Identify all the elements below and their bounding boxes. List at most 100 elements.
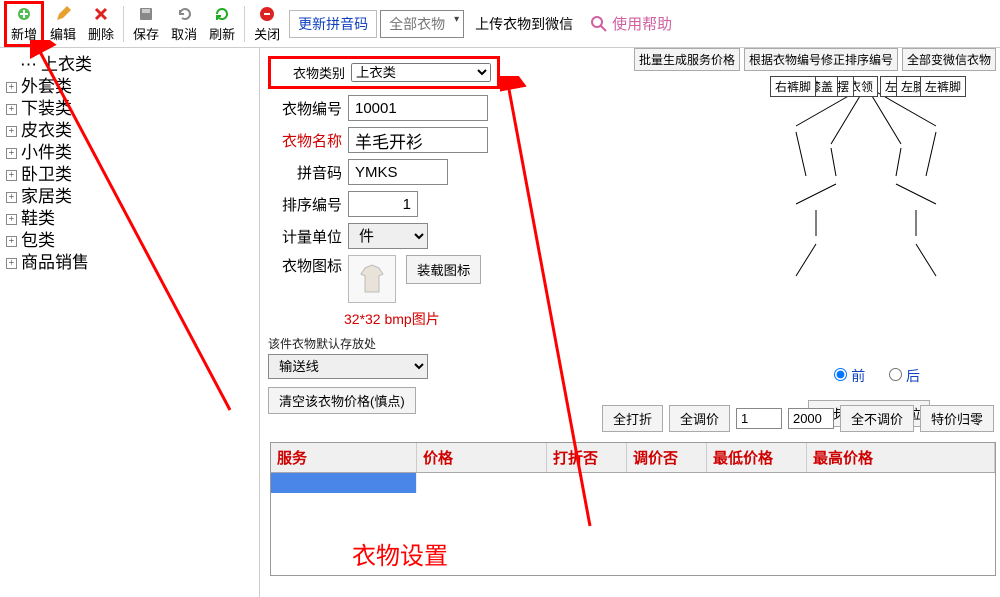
tree-item[interactable]: + 小件类 [4, 142, 255, 164]
expand-icon[interactable]: + [6, 170, 17, 181]
close-label: 关闭 [254, 24, 280, 43]
tree-item[interactable]: + 下装类 [4, 98, 255, 120]
all-clothes-dropdown[interactable]: 全部衣物 [380, 10, 464, 38]
save-label: 保存 [133, 24, 159, 43]
all-discount-button[interactable]: 全打折 [602, 405, 663, 432]
cardigan-icon [355, 262, 389, 296]
front-back-radio: 前 后 [824, 366, 930, 386]
expand-icon[interactable]: + [6, 214, 17, 225]
tree-item[interactable]: ⋯上衣类 [18, 54, 255, 76]
tree-item[interactable]: + 鞋类 [4, 208, 255, 230]
tree-item[interactable]: + 卧卫类 [4, 164, 255, 186]
col-max[interactable]: 最高价格 [807, 443, 995, 472]
expand-icon[interactable]: + [6, 192, 17, 203]
expand-icon[interactable]: + [6, 82, 17, 93]
category-select[interactable]: 上衣类 [351, 63, 491, 82]
no-adjust-button[interactable]: 全不调价 [840, 405, 914, 432]
delete-button[interactable]: 删除 [82, 3, 120, 45]
pencil-icon [54, 5, 72, 23]
help-link[interactable]: 使用帮助 [590, 13, 672, 34]
toolbar-separator [123, 6, 124, 42]
table-row[interactable] [271, 473, 995, 495]
tree-item[interactable]: + 包类 [4, 230, 255, 252]
clothing-icon-preview [348, 255, 396, 303]
tree-label: 卧卫类 [21, 164, 72, 186]
col-price[interactable]: 价格 [417, 443, 547, 472]
col-service[interactable]: 服务 [271, 443, 417, 472]
price-table: 服务 价格 打折否 调价否 最低价格 最高价格 [270, 442, 996, 576]
expand-icon[interactable]: + [6, 148, 17, 159]
refresh-icon [213, 5, 231, 23]
help-label: 使用帮助 [612, 13, 672, 34]
new-button[interactable]: 新增 [4, 1, 44, 47]
tree-item[interactable]: + 皮衣类 [4, 120, 255, 142]
expand-icon[interactable]: + [6, 236, 17, 247]
load-icon-button[interactable]: 装载图标 [406, 255, 481, 284]
all-adjust-button[interactable]: 全调价 [669, 405, 730, 432]
edit-button[interactable]: 编辑 [44, 3, 82, 45]
name-input[interactable] [348, 127, 488, 153]
pinyin-input[interactable] [348, 159, 448, 185]
undo-icon [175, 5, 193, 23]
expand-icon[interactable]: + [6, 104, 17, 115]
diagram-lines [736, 76, 996, 296]
new-label: 新增 [11, 24, 37, 43]
tree-label: 鞋类 [21, 208, 55, 230]
magnifier-icon [590, 15, 608, 33]
upload-wechat-button[interactable]: 上传衣物到微信 [467, 11, 581, 37]
disk-icon [137, 5, 155, 23]
expand-icon[interactable]: + [6, 126, 17, 137]
col-adjust[interactable]: 调价否 [627, 443, 707, 472]
cancel-button[interactable]: 取消 [165, 3, 203, 45]
order-input[interactable] [348, 191, 418, 217]
tree-item[interactable]: + 商品销售 [4, 252, 255, 274]
main-toolbar: 新增 编辑 删除 保存 取消 刷新 关闭 更新拼音码 全部衣物 上传衣物到微信 … [0, 0, 1000, 48]
price-toolbar: 全打折 全调价 全不调价 特价归零 [276, 405, 994, 432]
tree-item[interactable]: + 家居类 [4, 186, 255, 208]
save-button[interactable]: 保存 [127, 3, 165, 45]
table-header: 服务 价格 打折否 调价否 最低价格 最高价格 [271, 443, 995, 473]
tree-label: 商品销售 [21, 252, 89, 274]
tree-label: 皮衣类 [21, 120, 72, 142]
edit-label: 编辑 [50, 24, 76, 43]
refresh-label: 刷新 [209, 24, 235, 43]
part-l-foot[interactable]: 左裤脚 [920, 76, 966, 97]
body-diagram: 衣领 右袖 左袖 右胸 左胸 右下摆 左下摆 右裤腰 左裤腰 右膝盖 左膝盖 右… [736, 76, 996, 356]
plus-icon [15, 5, 33, 23]
x-icon [92, 5, 110, 23]
close-button[interactable]: 关闭 [248, 3, 286, 45]
order-label: 排序编号 [268, 194, 342, 215]
part-r-foot[interactable]: 右裤脚 [770, 76, 816, 97]
tree-item[interactable]: + 外套类 [4, 76, 255, 98]
toolbar-separator [244, 6, 245, 42]
tree-label: 上衣类 [41, 54, 92, 76]
code-input[interactable] [348, 95, 488, 121]
col-min[interactable]: 最低价格 [707, 443, 807, 472]
adjust-val2-input[interactable] [788, 408, 834, 429]
update-pinyin-button[interactable]: 更新拼音码 [289, 10, 377, 38]
unit-label: 计量单位 [268, 226, 342, 247]
tree-label: 外套类 [21, 76, 72, 98]
pinyin-label: 拼音码 [268, 162, 342, 183]
tree-label: 小件类 [21, 142, 72, 164]
expand-icon[interactable]: + [6, 258, 17, 269]
tree-label: 下装类 [21, 98, 72, 120]
name-label: 衣物名称 [268, 130, 342, 151]
code-label: 衣物编号 [268, 98, 342, 119]
selected-cell[interactable] [271, 473, 417, 493]
store-select[interactable]: 输送线 [268, 354, 428, 379]
category-tree: ⋯上衣类 + 外套类 + 下装类 + 皮衣类 + 小件类 + 卧卫类 + 家居类 + 鞋类 +… [0, 48, 260, 597]
radio-back[interactable]: 后 [889, 368, 920, 384]
category-label: 衣物类别 [277, 63, 345, 82]
unit-select[interactable]: 件 [348, 223, 428, 249]
col-discount[interactable]: 打折否 [547, 443, 627, 472]
category-highlight: 衣物类别 上衣类 [268, 56, 500, 89]
icon-label: 衣物图标 [268, 255, 342, 276]
cancel-label: 取消 [171, 24, 197, 43]
special-zero-button[interactable]: 特价归零 [920, 405, 994, 432]
tree-label: 家居类 [21, 186, 72, 208]
adjust-val1-input[interactable] [736, 408, 782, 429]
tree-label: 包类 [21, 230, 55, 252]
refresh-button[interactable]: 刷新 [203, 3, 241, 45]
radio-front[interactable]: 前 [834, 368, 865, 384]
